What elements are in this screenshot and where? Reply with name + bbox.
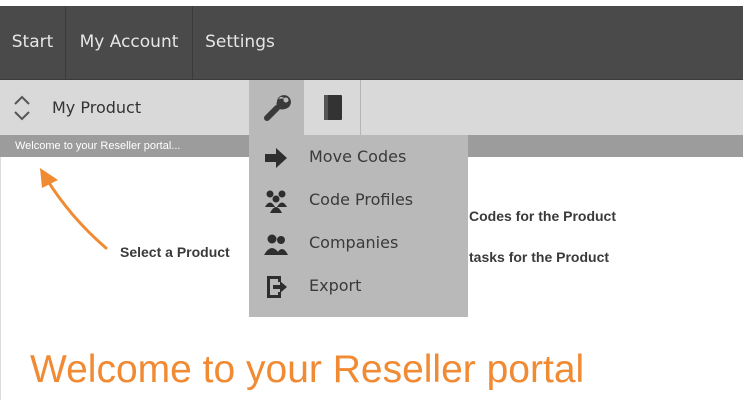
menu-item-label: Export: [309, 276, 362, 295]
hint-codes-for-product: Codes for the Product: [469, 208, 617, 224]
menu-item-companies[interactable]: Companies: [249, 223, 468, 263]
hint-select-product: Select a Product: [120, 244, 230, 260]
menu-item-label: Move Codes: [309, 147, 407, 166]
menu-item-code-profiles[interactable]: Code Profiles: [249, 180, 468, 220]
book-icon: [324, 95, 342, 120]
menu-item-move-codes[interactable]: Move Codes: [249, 137, 468, 177]
tools-dropdown-menu: Move Codes Code Profiles Companies Expor…: [249, 135, 468, 317]
nav-start[interactable]: Start: [0, 6, 65, 79]
users-group-icon: [265, 190, 287, 213]
menu-item-label: Companies: [309, 233, 399, 252]
page-title: Welcome to your Reseller portal: [30, 348, 585, 391]
content-left-border: [0, 157, 1, 400]
product-selector[interactable]: My Product: [0, 80, 249, 135]
nav-my-account[interactable]: My Account: [66, 6, 192, 79]
arrow-annotation-icon: [40, 168, 108, 250]
tools-button[interactable]: [249, 80, 304, 135]
nav-settings[interactable]: Settings: [193, 6, 287, 79]
arrow-right-icon: [265, 148, 287, 168]
chevron-up-down-icon: [14, 95, 30, 121]
wrench-icon: [264, 95, 291, 121]
toolbar: My Product: [0, 80, 743, 135]
product-label: My Product: [52, 98, 142, 117]
top-navbar: Start My Account Settings: [0, 6, 743, 80]
book-button[interactable]: [305, 80, 361, 135]
company-people-icon: [264, 234, 288, 255]
menu-item-label: Code Profiles: [309, 190, 414, 209]
status-text: Welcome to your Reseller portal...: [15, 140, 181, 152]
menu-item-export[interactable]: Export: [249, 266, 468, 306]
hint-tasks-for-product: tasks for the Product: [469, 249, 610, 265]
export-icon: [267, 276, 287, 298]
